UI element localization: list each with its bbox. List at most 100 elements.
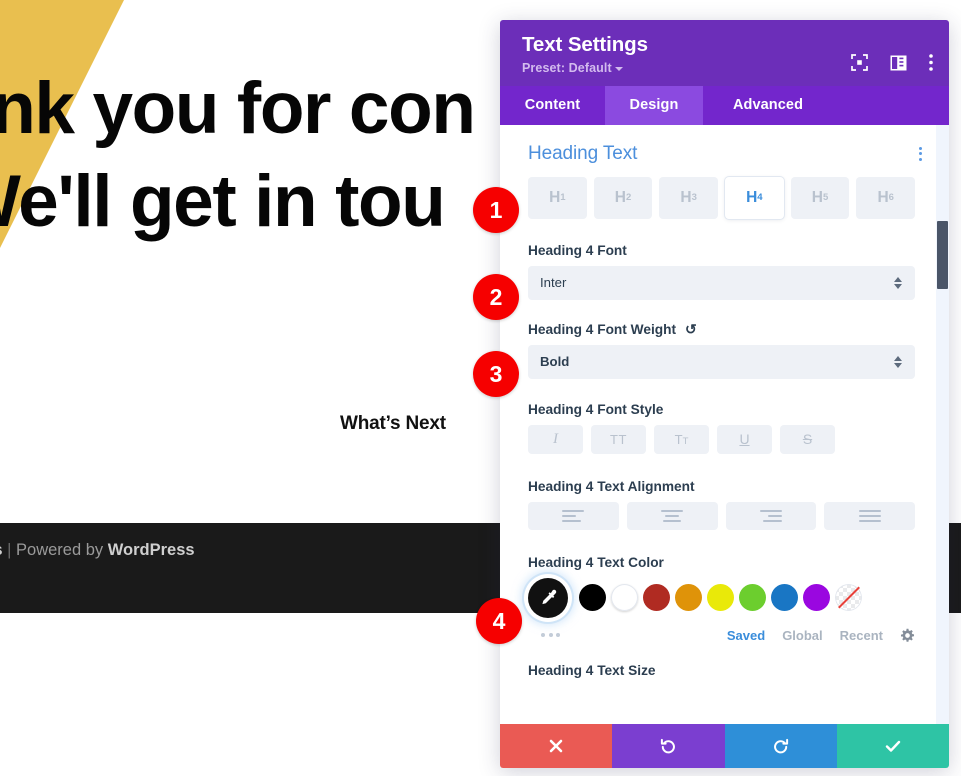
heading-text-color-field: Heading 4 Text Color [500,555,949,570]
footer-wordpress-link[interactable]: WordPress [108,541,195,559]
h4-label: H [746,188,758,206]
text-settings-panel: Text Settings Preset: Default Content De… [500,20,949,768]
save-button[interactable] [836,724,949,768]
text-alignment-buttons [500,501,949,530]
site-footer-credit: nt Themes | Powered by WordPress [0,541,195,560]
heading-font-weight-field: Heading 4 Font Weight ↺ Bold [500,322,949,379]
undo-icon [661,738,676,754]
heading-level-h4[interactable]: H4 [725,176,784,219]
undo-button[interactable] [612,724,725,768]
tab-design[interactable]: Design [605,85,703,125]
h1-sub: 1 [560,192,566,204]
align-right-icon [759,509,782,522]
cancel-button[interactable] [500,724,613,768]
heading-level-h6[interactable]: H6 [856,176,916,219]
h1-label: H [549,188,561,206]
underline-button[interactable]: U [717,424,772,454]
color-palette-meta-row: Saved Global Recent [500,618,949,643]
small-caps-button[interactable]: TT [654,424,709,454]
swatch-dark-red[interactable] [643,584,670,612]
strikethrough-button[interactable]: S [780,424,835,454]
swatch-white[interactable] [611,584,638,612]
more-colors-icon[interactable] [541,633,560,638]
panel-layout-icon[interactable] [890,55,907,71]
swatch-purple[interactable] [803,584,830,612]
heading-text-alignment-field: Heading 4 Text Alignment [500,479,949,494]
chevron-down-icon [614,66,623,71]
panel-body: Heading Text H1 H2 H3 H4 H5 H6 Heading 4… [500,124,949,724]
heading-font-select[interactable]: Inter [528,265,915,300]
swatch-green[interactable] [739,584,766,612]
color-tab-global[interactable]: Global [782,628,822,643]
h2-sub: 2 [625,192,632,204]
h6-label: H [877,188,889,206]
heading-font-weight-label-row: Heading 4 Font Weight ↺ [528,322,915,337]
heading-level-h3[interactable]: H3 [659,176,719,219]
close-icon [549,739,563,753]
redo-button[interactable] [724,724,837,768]
redo-icon [773,738,788,754]
tab-content[interactable]: Content [500,86,605,125]
annotation-badge-4: 4 [476,598,522,644]
italic-icon: I [553,430,558,447]
heading-text-size-label: Heading 4 Text Size [528,662,656,678]
panel-header: Text Settings Preset: Default [500,20,949,86]
h3-label: H [680,188,692,206]
uppercase-button[interactable]: TT [591,424,646,454]
underline-icon: U [739,431,750,448]
footer-powered-by: Powered by [16,541,104,559]
screenshot-root: ank you for con We'll get in tou What’s … [0,0,961,776]
swatch-orange[interactable] [675,584,702,612]
swatch-black[interactable] [579,584,606,612]
align-right-button[interactable] [725,501,817,530]
panel-scrollbar-track[interactable] [936,124,949,724]
color-swatch-row [500,577,949,618]
reset-icon[interactable]: ↺ [685,322,697,336]
annotation-badge-3: 3 [473,351,519,397]
eyedropper-icon[interactable] [528,577,568,618]
swatch-yellow[interactable] [707,584,734,612]
select-spinner-icon [894,355,902,368]
panel-tabs: Content Design Advanced [500,85,949,125]
color-tab-recent[interactable]: Recent [840,628,883,643]
checkmark-icon [885,740,901,752]
focus-crosshair-icon[interactable] [851,54,868,71]
heading-font-value: Inter [540,275,567,291]
section-options-icon[interactable] [916,144,925,164]
annotation-badge-2: 2 [473,274,519,320]
align-center-button[interactable] [626,501,718,530]
heading-level-h1[interactable]: H1 [528,176,587,219]
whats-next-heading: What’s Next [340,413,446,434]
heading-level-h5[interactable]: H5 [790,176,850,219]
heading-font-style-label: Heading 4 Font Style [528,401,664,417]
annotation-badge-1: 1 [473,187,519,233]
align-left-button[interactable] [528,501,619,530]
swatch-transparent[interactable] [835,584,862,612]
align-justify-button[interactable] [824,501,915,530]
strikethrough-icon: S [802,431,813,448]
align-left-icon [562,509,585,522]
h3-sub: 3 [691,192,697,204]
align-justify-icon [858,509,881,522]
color-source-tabs: Saved Global Recent [727,628,915,643]
footer-theme-name: nt Themes [0,541,3,559]
tab-advanced[interactable]: Advanced [703,86,833,125]
gear-icon[interactable] [900,628,915,643]
h5-label: H [811,188,823,206]
heading-font-field: Heading 4 Font Inter [500,243,949,300]
heading-text-size-field: Heading 4 Text Size [500,663,949,678]
heading-font-weight-select[interactable]: Bold [528,344,915,379]
heading-font-label: Heading 4 Font [528,242,627,258]
select-spinner-icon [894,276,902,289]
h4-sub: 4 [757,192,763,204]
h5-sub: 5 [822,192,829,204]
preset-label: Preset: Default [522,60,612,75]
color-tab-saved[interactable]: Saved [727,628,765,643]
kebab-menu-icon[interactable] [929,54,933,71]
font-style-buttons: I TT TT U S [500,424,949,454]
heading-font-weight-value: Bold [540,354,570,370]
italic-button[interactable]: I [528,424,583,454]
panel-scrollbar-thumb[interactable] [937,220,948,289]
swatch-blue[interactable] [771,584,798,612]
heading-level-h2[interactable]: H2 [593,176,653,219]
